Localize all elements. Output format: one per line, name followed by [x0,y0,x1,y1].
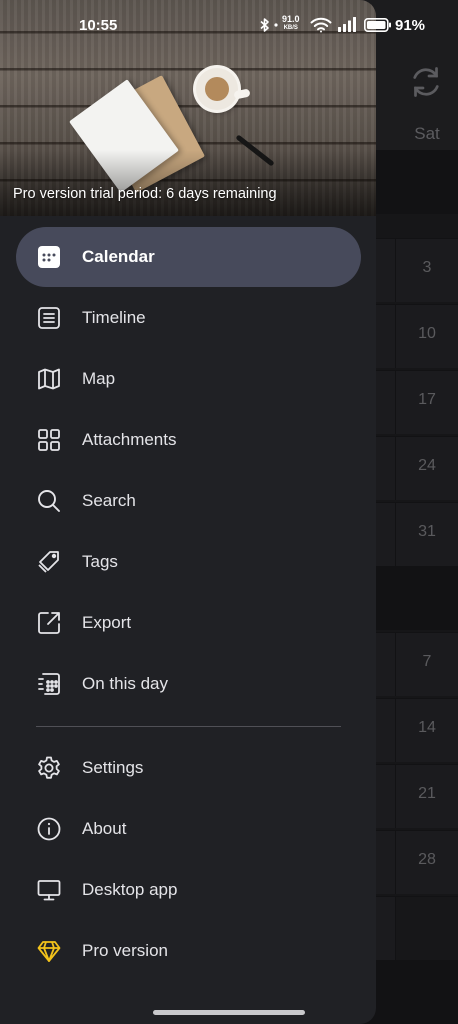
network-speed-unit: KB/S [283,25,298,31]
menu-item-label: Calendar [82,247,155,266]
menu-item-label: About [82,819,127,838]
menu-item-label: Timeline [82,308,146,327]
monitor-icon [37,880,61,901]
home-indicator[interactable] [153,1010,305,1015]
on-this-day-icon [38,673,60,695]
menu-item-label: Search [82,491,136,510]
timeline-icon [38,307,60,329]
bluetooth-icon [260,18,269,32]
gear-icon [38,756,60,779]
menu-item-on-this-day[interactable]: On this day [16,654,361,714]
header-gradient [0,150,376,216]
menu-item-label: Attachments [82,430,177,449]
menu-item-tags[interactable]: Tags [16,532,361,592]
menu-item-label: Desktop app [82,880,178,899]
coffee-cup-graphic [196,68,238,110]
menu-item-calendar[interactable]: Calendar [16,227,361,287]
battery-percentage: 91% [395,17,426,34]
map-icon [38,368,60,390]
export-icon [38,612,60,634]
menu-item-label: Export [82,613,132,632]
wifi-icon [310,17,332,33]
search-icon [38,490,60,512]
menu-item-about[interactable]: About [16,799,361,859]
diamond-icon [37,941,61,962]
menu-item-label: On this day [82,674,168,693]
tags-icon [38,551,59,573]
menu-item-label: Settings [82,758,144,777]
menu-item-search[interactable]: Search [16,471,361,531]
menu-item-label: Tags [82,552,118,571]
menu-item-map[interactable]: Map [16,349,361,409]
network-speed-value: 91.0 [282,14,300,24]
trial-notice[interactable]: Pro version trial period: 6 days remaini… [13,186,277,202]
bluetooth-dot-icon [274,23,278,27]
cup-handle-graphic [233,88,251,100]
menu-item-attachments[interactable]: Attachments [16,410,361,470]
menu-item-pro-version[interactable]: Pro version [16,921,361,981]
calendar-icon [38,246,60,268]
menu-item-label: Pro version [82,941,168,960]
battery-icon [364,18,391,32]
network-speed: 91.0 KB/S [282,15,300,32]
menu-item-label: Map [82,369,116,388]
info-icon [37,817,61,841]
status-bar: 10:55 91.0 KB/S 91% [0,0,458,50]
menu-item-settings[interactable]: Settings [16,738,361,798]
status-time: 10:55 [79,17,118,34]
attachments-icon [38,429,60,451]
menu-item-timeline[interactable]: Timeline [16,288,361,348]
menu-divider [36,726,341,727]
menu-item-desktop-app[interactable]: Desktop app [16,860,361,920]
menu-item-export[interactable]: Export [16,593,361,653]
signal-icon [338,17,356,32]
navigation-drawer: Pro version trial period: 6 days remaini… [0,0,376,1024]
